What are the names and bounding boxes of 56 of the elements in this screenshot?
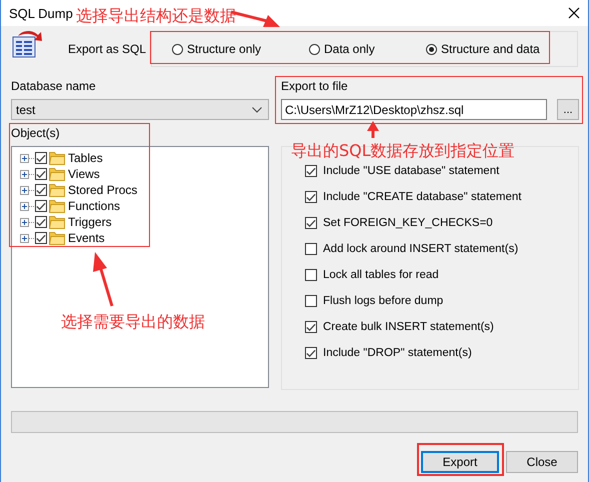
checkmark-icon xyxy=(306,348,316,358)
objects-label: Object(s) xyxy=(11,125,61,142)
folder-icon xyxy=(49,199,65,213)
checkmark-icon xyxy=(306,322,316,332)
annotation-arrow xyxy=(367,121,379,138)
radio-option[interactable]: Structure only xyxy=(172,42,309,56)
checkbox[interactable] xyxy=(35,200,47,212)
field-label: Database name xyxy=(11,78,97,95)
close-button[interactable]: Close xyxy=(506,451,578,473)
database-dropdown[interactable]: test xyxy=(11,99,269,120)
option-checkbox[interactable]: Flush logs before dump xyxy=(305,288,578,314)
annotation-text: 选择需要导出的数据 xyxy=(61,312,205,333)
checkbox[interactable] xyxy=(35,152,47,164)
annotation-arrow xyxy=(93,252,114,306)
tree-item[interactable]: Stored Procs xyxy=(68,183,138,197)
folder-icon xyxy=(49,183,65,197)
option-checkbox[interactable]: Include "DROP" statement(s) xyxy=(305,340,578,366)
document-arrow-icon xyxy=(12,29,44,59)
checkbox[interactable] xyxy=(35,168,47,180)
browse-button[interactable]: ... xyxy=(557,99,579,120)
folder-icon xyxy=(49,231,65,245)
window-title: SQL Dump xyxy=(9,6,73,20)
export-button[interactable]: Export xyxy=(421,451,499,473)
tree-item[interactable]: Functions xyxy=(68,199,120,213)
expand-icon[interactable] xyxy=(20,170,29,178)
field-label: Export to file xyxy=(281,78,349,95)
expand-icon[interactable] xyxy=(20,186,29,194)
option-checkbox[interactable]: Add lock around INSERT statement(s) xyxy=(305,236,578,262)
tree-item[interactable]: Triggers xyxy=(68,215,112,229)
folder-icon xyxy=(49,215,65,229)
export-as-label: Export as SQL xyxy=(68,42,148,56)
checkmark-icon xyxy=(306,218,316,228)
checkmark-icon xyxy=(306,166,316,176)
expand-icon[interactable] xyxy=(20,218,29,226)
close-icon[interactable] xyxy=(568,7,580,19)
checkmark-icon xyxy=(306,192,316,202)
option-checkbox[interactable]: Lock all tables for read xyxy=(305,262,578,288)
checkbox[interactable] xyxy=(35,184,47,196)
annotation-text: 选择导出结构还是数据 xyxy=(76,6,236,27)
tree-item[interactable]: Views xyxy=(68,167,100,181)
chevron-down-icon xyxy=(252,106,262,112)
tree-item[interactable]: Tables xyxy=(68,151,103,165)
radio-option[interactable]: Data only xyxy=(309,42,426,56)
option-checkbox[interactable]: Include "CREATE database" statement xyxy=(305,184,578,210)
file-path-field[interactable]: C:\Users\MrZ12\Desktop\zhsz.sql xyxy=(281,99,547,120)
checkbox[interactable] xyxy=(35,232,47,244)
tree-item[interactable]: Events xyxy=(68,231,105,245)
expand-icon[interactable] xyxy=(20,234,29,242)
option-checkbox[interactable]: Set FOREIGN_KEY_CHECKS=0 xyxy=(305,210,578,236)
option-checkbox[interactable]: Create bulk INSERT statement(s) xyxy=(305,314,578,340)
folder-icon xyxy=(49,151,65,165)
expand-icon[interactable] xyxy=(20,154,29,162)
checkbox[interactable] xyxy=(35,216,47,228)
folder-icon xyxy=(49,167,65,181)
expand-icon[interactable] xyxy=(20,202,29,210)
radio-option[interactable]: Structure and data xyxy=(426,42,577,56)
